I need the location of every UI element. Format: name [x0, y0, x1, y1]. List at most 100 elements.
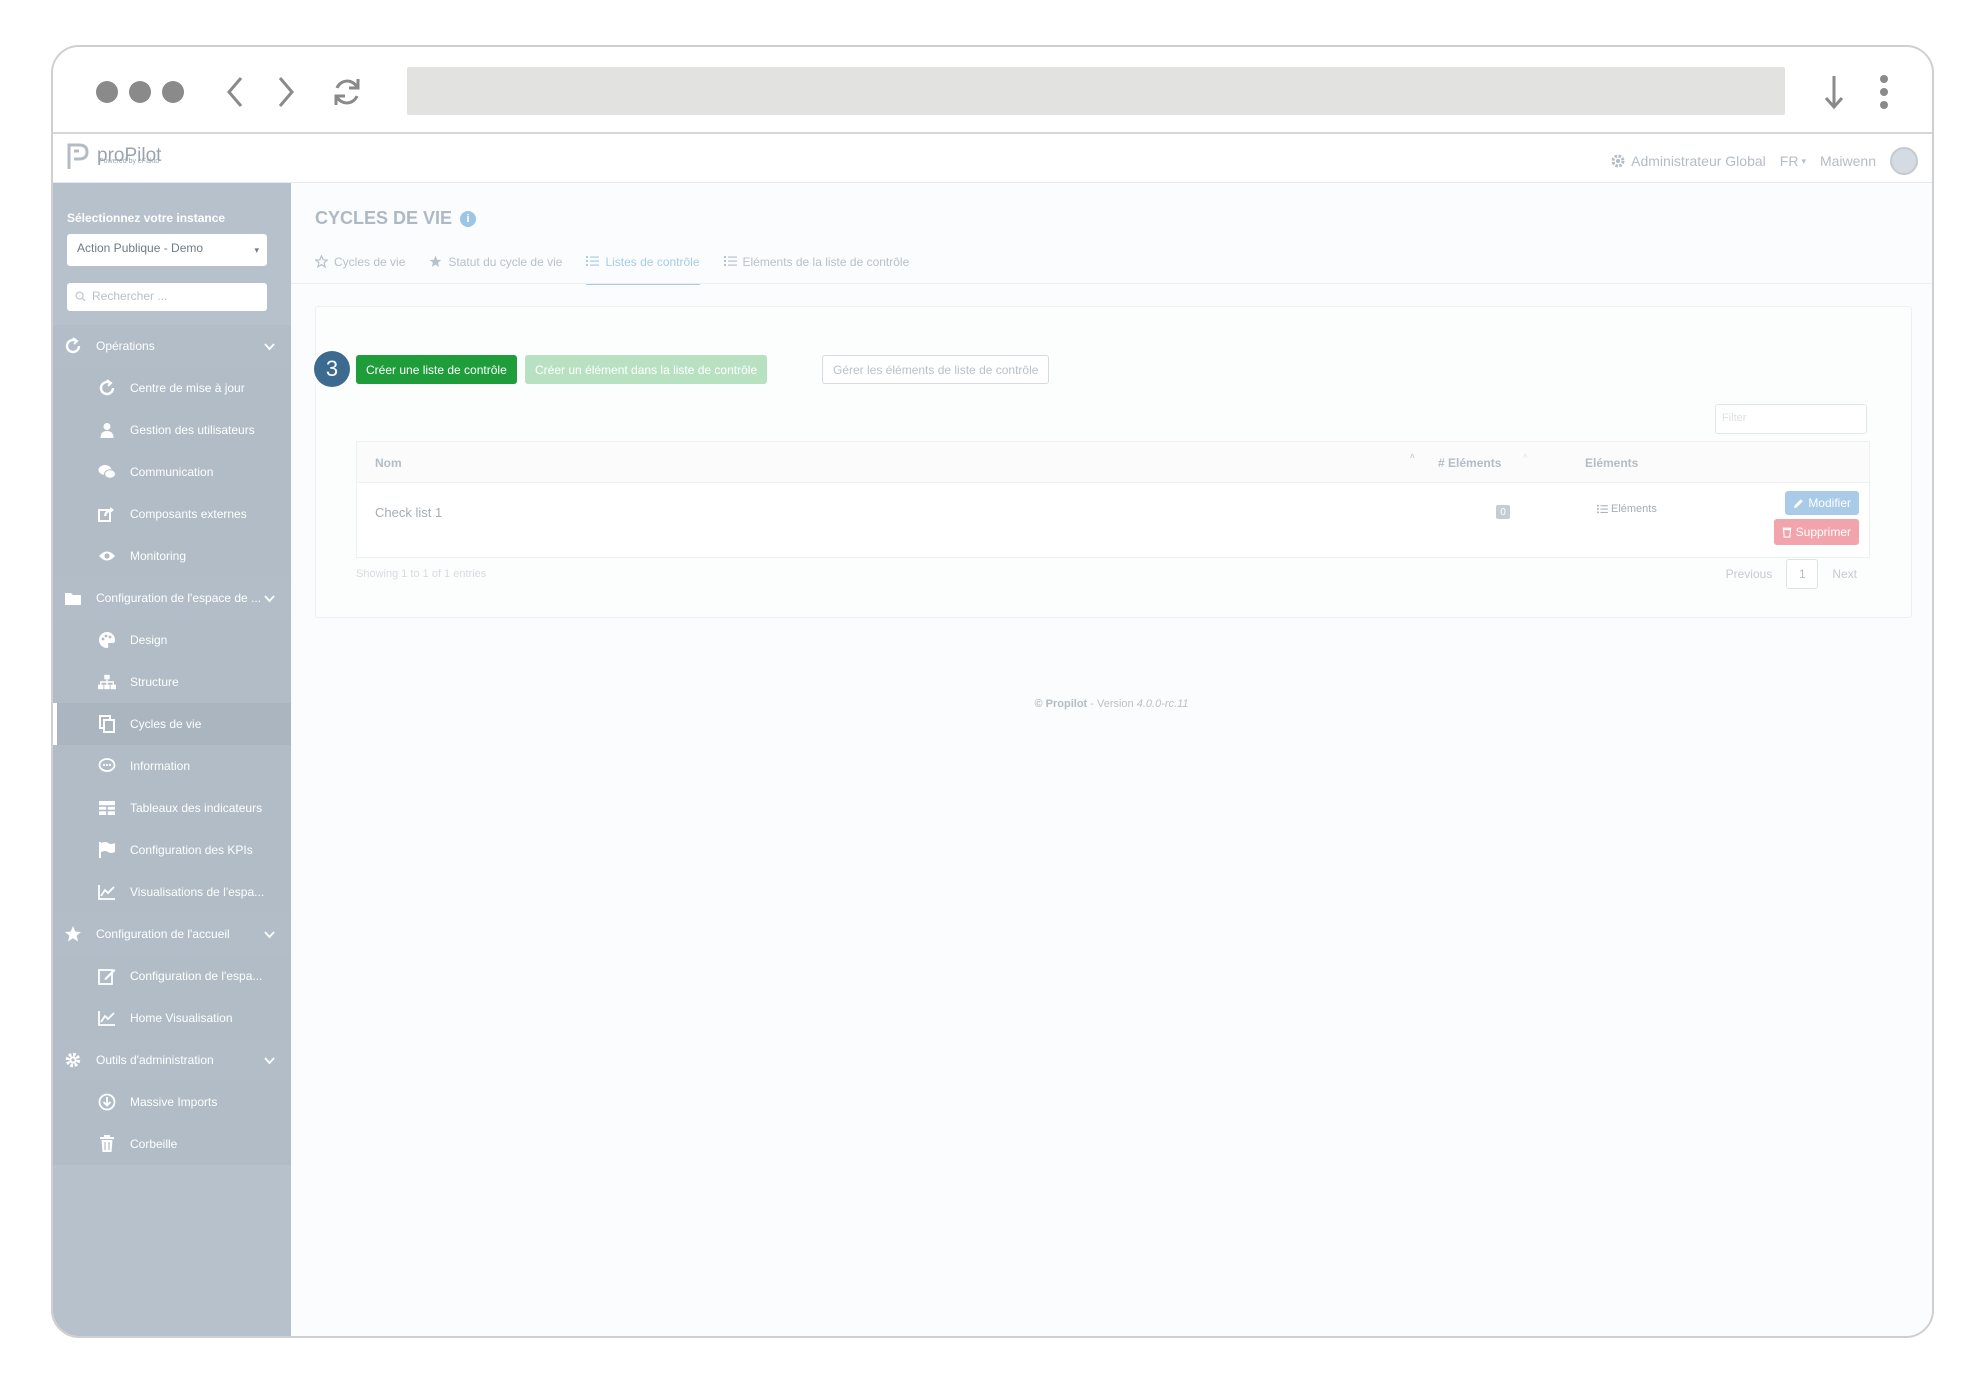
sidebar-item-cycles-de-vie[interactable]: Cycles de vie [53, 703, 291, 745]
sidebar-item-label: Visualisations de l'espa... [130, 885, 265, 899]
download-circle-icon [98, 1093, 116, 1111]
sidebar-item-tableaux-indicateurs[interactable]: Tableaux des indicateurs [53, 787, 291, 829]
caret-down-icon: ▾ [254, 245, 259, 255]
delete-button[interactable]: Supprimer [1773, 519, 1859, 545]
sidebar-item-visualisations-espace[interactable]: Visualisations de l'espa... [53, 871, 291, 913]
step-badge: 3 [314, 351, 350, 387]
list-icon [1597, 504, 1608, 514]
sidebar-group-config-espace[interactable]: Configuration de l'espace de ... [53, 577, 291, 619]
manage-checklist-elements-button[interactable]: Gérer les éléments de liste de contrôle [822, 355, 1050, 384]
browser-toolbar [53, 47, 1932, 134]
footer-brand: © Propilot [1034, 698, 1088, 710]
row-name: Check list 1 [375, 505, 443, 520]
tab-cycles-de-vie[interactable]: Cycles de vie [314, 254, 406, 283]
sidebar-item-label: Composants externes [130, 507, 247, 521]
user-name[interactable]: Maiwenn [1820, 153, 1876, 169]
back-icon[interactable] [215, 72, 255, 112]
line-chart-icon [98, 1009, 116, 1027]
address-bar[interactable] [407, 67, 1785, 115]
tabs-divider [291, 283, 1932, 284]
info-icon[interactable]: i [460, 210, 477, 227]
filter-input[interactable]: Filter [1715, 404, 1867, 434]
sidebar-item-gestion-utilisateurs[interactable]: Gestion des utilisateurs [53, 409, 291, 451]
table-icon [98, 799, 116, 817]
instance-label: Sélectionnez votre instance [67, 211, 226, 225]
sidebar-group-operations[interactable]: Opérations [53, 325, 291, 367]
search-icon [75, 291, 86, 302]
download-icon[interactable] [1814, 72, 1854, 112]
sidebar-group-config-accueil[interactable]: Configuration de l'accueil [53, 913, 291, 955]
language-dropdown[interactable]: FR ▾ [1780, 153, 1806, 169]
sidebar-item-configuration-kpis[interactable]: Configuration des KPIs [53, 829, 291, 871]
tab-listes-de-controle[interactable]: Listes de contrôle [586, 255, 700, 285]
browser-menu-icon[interactable] [1864, 72, 1904, 112]
main-content: CYCLES DE VIE i Cycles de vie Statut du … [291, 183, 1932, 1336]
sidebar-item-communication[interactable]: Communication [53, 451, 291, 493]
forward-icon[interactable] [266, 72, 306, 112]
admin-link[interactable]: Administrateur Global [1610, 153, 1766, 169]
row-elements-link[interactable]: Eléments [1597, 503, 1657, 515]
sidebar-item-home-visualisation[interactable]: Home Visualisation [53, 997, 291, 1039]
tab-elements-liste-de-controle[interactable]: Eléments de la liste de contrôle [723, 255, 910, 283]
sidebar-item-corbeille[interactable]: Corbeille [53, 1123, 291, 1165]
create-checklist-button[interactable]: Créer une liste de contrôle [356, 355, 517, 384]
instance-select[interactable]: Action Publique - Demo ▾ [67, 234, 267, 266]
window-dot-icon[interactable] [162, 81, 184, 103]
create-checklist-element-button[interactable]: Créer un élément dans la liste de contrô… [525, 355, 768, 384]
pagination-next[interactable]: Next [1832, 567, 1857, 581]
tab-label: Listes de contrôle [605, 255, 700, 269]
column-header-nom[interactable]: Nom [375, 456, 402, 470]
tab-label: Statut du cycle de vie [448, 255, 563, 269]
star-outline-icon [314, 254, 329, 271]
star-icon [429, 255, 442, 271]
reload-icon[interactable] [327, 72, 367, 112]
search-placeholder: Rechercher ... [92, 289, 168, 303]
caret-down-icon: ▾ [1801, 155, 1806, 166]
tab-bar: Cycles de vie Statut du cycle de vie Lis… [314, 254, 1932, 295]
sidebar-item-structure[interactable]: Structure [53, 661, 291, 703]
tab-label: Cycles de vie [334, 255, 406, 269]
sidebar-item-monitoring[interactable]: Monitoring [53, 535, 291, 577]
row-count-badge: 0 [1496, 505, 1510, 519]
tab-label: Eléments de la liste de contrôle [742, 255, 910, 269]
tab-statut-cycle-de-vie[interactable]: Statut du cycle de vie [429, 255, 562, 283]
footer: © Propilot - Version 4.0.0-rc.11 [291, 698, 1932, 710]
brand-logo[interactable]: proPilot [65, 141, 161, 171]
sidebar-item-information[interactable]: Information [53, 745, 291, 787]
avatar[interactable] [1890, 147, 1918, 175]
sidebar-item-label: Monitoring [130, 549, 187, 563]
gear-icon [1611, 154, 1625, 168]
sidebar-item-label: Information [130, 759, 191, 773]
sidebar-item-label: Tableaux des indicateurs [130, 801, 263, 815]
sidebar-item-label: Gestion des utilisateurs [130, 423, 255, 437]
footer-separator: - Version [1087, 698, 1137, 710]
trash-icon [1782, 527, 1792, 538]
sort-icon[interactable]: ˄ [1523, 452, 1528, 461]
eye-icon [98, 547, 116, 565]
comments-icon [98, 463, 116, 481]
sidebar-item-label: Centre de mise à jour [130, 381, 245, 395]
page-title-text: CYCLES DE VIE [315, 208, 453, 228]
sidebar-group-outils-administration[interactable]: Outils d'administration [53, 1039, 291, 1081]
sort-icon[interactable]: ˄ [1410, 452, 1415, 461]
sidebar-item-configuration-espace-accueil[interactable]: Configuration de l'espa... [53, 955, 291, 997]
column-header-count[interactable]: # Eléments [1438, 456, 1501, 470]
sidebar-item-composants-externes[interactable]: Composants externes [53, 493, 291, 535]
table-header: Nom ˄ # Eléments ˄ Eléments [357, 442, 1869, 483]
pagination-previous[interactable]: Previous [1726, 567, 1773, 581]
sidebar-item-centre-mise-a-jour[interactable]: Centre de mise à jour [53, 367, 291, 409]
sidebar-item-label: Communication [130, 465, 214, 479]
column-header-elements[interactable]: Eléments [1585, 456, 1638, 470]
window-dot-icon[interactable] [96, 81, 118, 103]
user-icon [98, 421, 116, 439]
chevron-down-icon [264, 340, 275, 354]
pagination-page[interactable]: 1 [1786, 559, 1819, 589]
edit-icon [98, 967, 116, 985]
delete-label: Supprimer [1795, 525, 1851, 539]
window-dot-icon[interactable] [129, 81, 151, 103]
edit-button[interactable]: Modifier [1785, 491, 1859, 515]
copy-icon [98, 715, 116, 733]
sidebar-item-massive-imports[interactable]: Massive Imports [53, 1081, 291, 1123]
sidebar-item-design[interactable]: Design [53, 619, 291, 661]
sidebar-search-input[interactable]: Rechercher ... [67, 283, 267, 311]
